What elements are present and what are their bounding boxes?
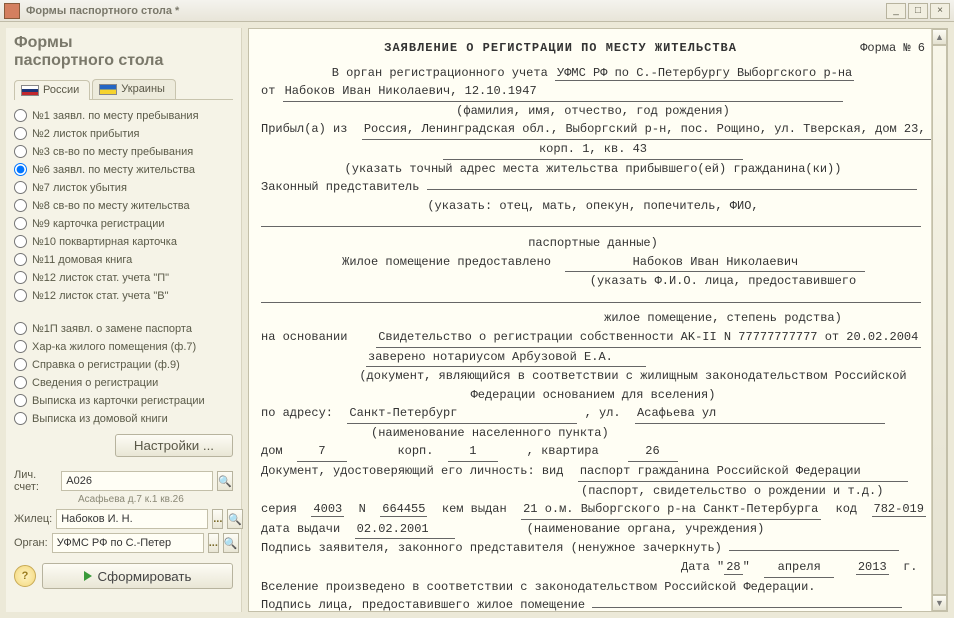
form-extra-radio-3[interactable]: Сведения о регистрации (14, 375, 233, 390)
organ-label: Орган: (14, 537, 48, 549)
help-button[interactable]: ? (14, 565, 36, 587)
form-extra-radio-0[interactable]: №1П заявл. о замене паспорта (14, 321, 233, 336)
generate-button[interactable]: Сформировать (42, 563, 233, 589)
document-panel: ЗАЯВЛЕНИЕ О РЕГИСТРАЦИИ ПО МЕСТУ ЖИТЕЛЬС… (248, 28, 948, 612)
resident-label: Жилец: (14, 513, 52, 525)
scroll-up-icon[interactable]: ▲ (932, 29, 947, 45)
form-extra-radio-4[interactable]: Выписка из карточки регистрации (14, 393, 233, 408)
account-search-button[interactable]: 🔍 (217, 471, 233, 491)
applicant-value: Набоков Иван Николаевич, 12.10.1947 (283, 82, 843, 102)
issued-by-value: 21 о.м. Выборгского р-на Санкт-Петербург… (521, 500, 821, 520)
scroll-down-icon[interactable]: ▼ (932, 595, 947, 611)
flag-ua-icon (99, 84, 117, 95)
form-extra-radio-5[interactable]: Выписка из домовой книги (14, 411, 233, 426)
issue-date-value: 02.02.2001 (355, 520, 455, 540)
resident-more-button[interactable]: ... (212, 509, 223, 529)
settings-button[interactable]: Настройки ... (115, 434, 233, 457)
play-icon (84, 571, 92, 581)
account-input[interactable] (61, 471, 213, 491)
form-radio-0[interactable]: №1 заявл. по месту пребывания (14, 108, 233, 123)
basis-doc-2: заверено нотариусом Арбузовой Е.А. (366, 348, 646, 368)
window-title: Формы паспортного стола * (26, 5, 886, 17)
minimize-button[interactable]: _ (886, 3, 906, 19)
search-icon: 🔍 (218, 475, 232, 488)
sidebar-heading: Формы паспортного стола (14, 34, 233, 69)
house-value: 7 (297, 442, 347, 462)
search-icon: 🔍 (224, 537, 238, 550)
document-body: ЗАЯВЛЕНИЕ О РЕГИСТРАЦИИ ПО МЕСТУ ЖИТЕЛЬС… (249, 29, 947, 612)
app-icon (4, 3, 20, 19)
account-label: Лич. счет: (14, 469, 57, 493)
form-radio-6[interactable]: №9 карточка регистрации (14, 216, 233, 231)
tab-ukraine[interactable]: Украины (92, 79, 176, 99)
form-radio-3[interactable]: №6 заявл. по месту жительства (14, 162, 233, 177)
form-radio-7[interactable]: №10 поквартирная карточка (14, 234, 233, 249)
form-list-extra: №1П заявл. о замене паспорта Хар-ка жилог… (14, 321, 233, 426)
form-radio-9[interactable]: №12 листок стат. учета "П" (14, 270, 233, 285)
country-tabs: России Украины (14, 79, 233, 100)
doc-title: ЗАЯВЛЕНИЕ О РЕГИСТРАЦИИ ПО МЕСТУ ЖИТЕЛЬС… (384, 41, 737, 55)
form-radio-8[interactable]: №11 домовая книга (14, 252, 233, 267)
street-value: Асафьева ул (635, 404, 885, 424)
arrived-from-1: Россия, Ленинградская обл., Выборгский р… (362, 120, 932, 140)
organ-more-button[interactable]: ... (208, 533, 219, 553)
id-type-value: паспорт гражданина Российской Федерации (578, 462, 908, 482)
resident-search-button[interactable]: 🔍 (227, 509, 243, 529)
scroll-thumb[interactable] (932, 45, 947, 595)
building-value: 1 (448, 442, 498, 462)
legal-rep-value (427, 189, 917, 190)
search-icon: 🔍 (228, 513, 242, 526)
form-radio-1[interactable]: №2 листок прибытия (14, 126, 233, 141)
basis-doc-1: Свидетельство о регистрации собственност… (376, 328, 921, 348)
scrollbar[interactable]: ▲ ▼ (931, 29, 947, 611)
form-extra-radio-2[interactable]: Справка о регистрации (ф.9) (14, 357, 233, 372)
form-extra-radio-1[interactable]: Хар-ка жилого помещения (ф.7) (14, 339, 233, 354)
maximize-button[interactable]: □ (908, 3, 928, 19)
form-radio-10[interactable]: №12 листок стат. учета "В" (14, 288, 233, 303)
arrived-from-2: корп. 1, кв. 43 (443, 140, 743, 160)
organ-input[interactable] (52, 533, 204, 553)
organ-value: УФМС РФ по С.-Петербургу Выборгского р-н… (555, 66, 854, 81)
organ-search-button[interactable]: 🔍 (223, 533, 239, 553)
close-button[interactable]: × (930, 3, 950, 19)
form-list-main: №1 заявл. по месту пребывания №2 листок п… (14, 108, 233, 303)
apt-value: 26 (628, 442, 678, 462)
city-value: Санкт-Петербург (347, 404, 577, 424)
series-value: 4003 (311, 502, 344, 517)
provided-by-value: Набоков Иван Николаевич (565, 253, 865, 273)
account-address: Асафьева д.7 к.1 кв.26 (78, 494, 233, 505)
form-radio-2[interactable]: №3 св-во по месту пребывания (14, 144, 233, 159)
form-radio-5[interactable]: №8 св-во по месту жительства (14, 198, 233, 213)
code-value: 782-019 (872, 502, 926, 517)
form-radio-4[interactable]: №7 листок убытия (14, 180, 233, 195)
number-value: 664455 (380, 502, 427, 517)
form-number: Форма № 6 (860, 39, 925, 58)
flag-ru-icon (21, 85, 39, 96)
sidebar: Формы паспортного стола России Украины №… (6, 28, 242, 612)
titlebar: Формы паспортного стола * _ □ × (0, 0, 954, 22)
resident-input[interactable] (56, 509, 208, 529)
tab-russia[interactable]: России (14, 80, 90, 100)
